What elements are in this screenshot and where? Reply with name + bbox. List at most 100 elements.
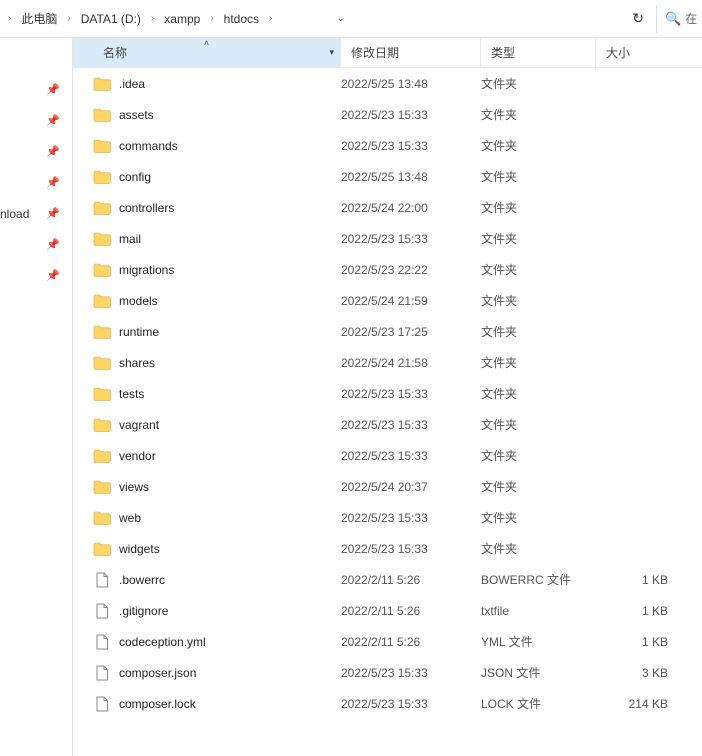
file-size: 214 KB: [596, 697, 676, 711]
file-row[interactable]: vendor2022/5/23 15:33文件夹: [73, 440, 702, 471]
refresh-button[interactable]: ↻: [620, 10, 656, 27]
sidebar-item[interactable]: 📌: [0, 260, 72, 291]
pin-icon: 📌: [46, 207, 60, 220]
chevron-down-icon[interactable]: ⌄: [276, 13, 354, 24]
sidebar-item[interactable]: nload 📌: [0, 198, 72, 229]
breadcrumb-item[interactable]: 此电脑: [15, 8, 63, 29]
folder-icon: [93, 231, 111, 247]
chevron-right-icon[interactable]: ›: [208, 13, 215, 24]
breadcrumbs[interactable]: › 此电脑 › DATA1 (D:) › xampp › htdocs › ⌄: [4, 0, 620, 37]
file-row[interactable]: .idea2022/5/25 13:48文件夹: [73, 68, 702, 99]
pin-icon: 📌: [46, 238, 60, 251]
file-type: 文件夹: [481, 509, 596, 526]
file-row[interactable]: shares2022/5/24 21:58文件夹: [73, 347, 702, 378]
file-icon: [93, 572, 111, 588]
folder-icon: [93, 107, 111, 123]
file-name: .bowerrc: [119, 573, 165, 587]
search-icon: 🔍: [665, 11, 681, 27]
file-row[interactable]: vagrant2022/5/23 15:33文件夹: [73, 409, 702, 440]
file-name: .gitignore: [119, 604, 168, 618]
file-date: 2022/2/11 5:26: [341, 573, 481, 587]
file-row[interactable]: controllers2022/5/24 22:00文件夹: [73, 192, 702, 223]
file-size: 1 KB: [596, 604, 676, 618]
file-type: JSON 文件: [481, 664, 596, 681]
file-type: 文件夹: [481, 416, 596, 433]
file-size: 1 KB: [596, 573, 676, 587]
sidebar-item[interactable]: 📌: [0, 229, 72, 260]
sidebar-item[interactable]: 📌: [0, 105, 72, 136]
pin-icon: 📌: [46, 114, 60, 127]
file-type: 文件夹: [481, 354, 596, 371]
file-row[interactable]: commands2022/5/23 15:33文件夹: [73, 130, 702, 161]
file-row[interactable]: views2022/5/24 20:37文件夹: [73, 471, 702, 502]
file-name: web: [119, 511, 141, 525]
file-row[interactable]: models2022/5/24 21:59文件夹: [73, 285, 702, 316]
sort-asc-icon: ˄: [204, 38, 209, 48]
file-date: 2022/5/23 15:33: [341, 697, 481, 711]
file-icon: [93, 634, 111, 650]
file-name: assets: [119, 108, 154, 122]
file-name: migrations: [119, 263, 174, 277]
sidebar-item[interactable]: 📌: [0, 74, 72, 105]
folder-icon: [93, 169, 111, 185]
column-header-date[interactable]: 修改日期: [341, 38, 481, 67]
sidebar-item[interactable]: 📌: [0, 167, 72, 198]
column-header-size[interactable]: 大小: [596, 38, 676, 67]
column-header-name[interactable]: ˄ 名称 ▾: [73, 38, 341, 67]
column-label: 修改日期: [351, 44, 399, 61]
file-date: 2022/5/23 15:33: [341, 387, 481, 401]
file-type: 文件夹: [481, 199, 596, 216]
chevron-right-icon[interactable]: ›: [6, 13, 13, 24]
file-name: config: [119, 170, 151, 184]
file-row[interactable]: widgets2022/5/23 15:33文件夹: [73, 533, 702, 564]
folder-icon: [93, 76, 111, 92]
folder-icon: [93, 293, 111, 309]
column-header-type[interactable]: 类型: [481, 38, 596, 67]
folder-icon: [93, 355, 111, 371]
file-row[interactable]: .bowerrc2022/2/11 5:26BOWERRC 文件1 KB: [73, 564, 702, 595]
sidebar-item-label: nload: [0, 207, 29, 221]
file-row[interactable]: config2022/5/25 13:48文件夹: [73, 161, 702, 192]
chevron-right-icon[interactable]: ›: [267, 13, 274, 24]
chevron-right-icon[interactable]: ›: [149, 13, 156, 24]
file-date: 2022/5/23 22:22: [341, 263, 481, 277]
file-date: 2022/5/24 22:00: [341, 201, 481, 215]
file-row[interactable]: assets2022/5/23 15:33文件夹: [73, 99, 702, 130]
file-type: 文件夹: [481, 385, 596, 402]
chevron-down-icon[interactable]: ▾: [329, 47, 334, 58]
file-row[interactable]: migrations 2022/5/23 22:22文件夹: [73, 254, 702, 285]
file-row[interactable]: composer.lock2022/5/23 15:33LOCK 文件214 K…: [73, 688, 702, 719]
column-label: 名称: [103, 44, 127, 61]
file-row[interactable]: .gitignore2022/2/11 5:26txtfile1 KB: [73, 595, 702, 626]
folder-icon: [93, 417, 111, 433]
breadcrumb-item[interactable]: DATA1 (D:): [75, 10, 147, 28]
file-row[interactable]: composer.json2022/5/23 15:33JSON 文件3 KB: [73, 657, 702, 688]
file-row[interactable]: web2022/5/23 15:33文件夹: [73, 502, 702, 533]
file-name: widgets: [119, 542, 160, 556]
sidebar-item[interactable]: 📌: [0, 136, 72, 167]
file-size: 1 KB: [596, 635, 676, 649]
address-bar: › 此电脑 › DATA1 (D:) › xampp › htdocs › ⌄ …: [0, 0, 702, 38]
file-name: models: [119, 294, 158, 308]
breadcrumb-item[interactable]: htdocs: [218, 10, 265, 28]
file-date: 2022/5/24 20:37: [341, 480, 481, 494]
column-headers: ˄ 名称 ▾ 修改日期 类型 大小: [73, 38, 702, 68]
file-type: 文件夹: [481, 323, 596, 340]
breadcrumb-item[interactable]: xampp: [158, 10, 206, 28]
file-date: 2022/5/23 17:25: [341, 325, 481, 339]
file-date: 2022/2/11 5:26: [341, 604, 481, 618]
file-name: .idea: [119, 77, 145, 91]
file-type: 文件夹: [481, 261, 596, 278]
folder-icon: [93, 448, 111, 464]
file-icon: [93, 665, 111, 681]
file-row[interactable]: runtime2022/5/23 17:25文件夹: [73, 316, 702, 347]
file-date: 2022/2/11 5:26: [341, 635, 481, 649]
search-input[interactable]: 🔍 在: [656, 5, 698, 33]
file-name: composer.json: [119, 666, 196, 680]
file-row[interactable]: codeception.yml2022/2/11 5:26YML 文件1 KB: [73, 626, 702, 657]
file-date: 2022/5/23 15:33: [341, 418, 481, 432]
file-row[interactable]: mail2022/5/23 15:33文件夹: [73, 223, 702, 254]
chevron-right-icon[interactable]: ›: [65, 13, 72, 24]
file-row[interactable]: tests2022/5/23 15:33文件夹: [73, 378, 702, 409]
file-date: 2022/5/23 15:33: [341, 232, 481, 246]
